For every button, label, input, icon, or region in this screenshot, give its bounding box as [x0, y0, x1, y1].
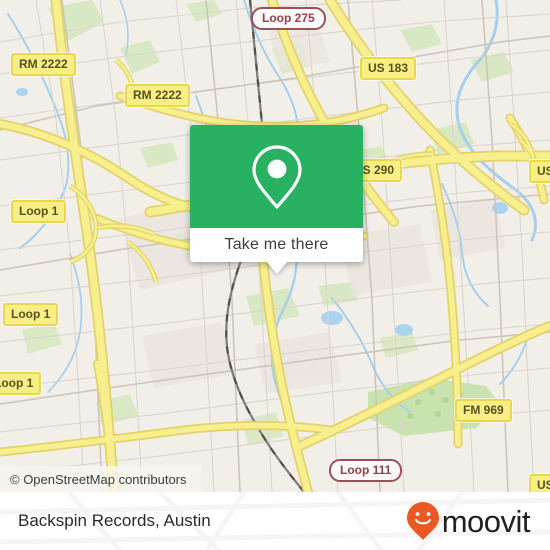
map-viewport[interactable]: Loop 275 RM 2222 US 183 RM 2222 US 290 US Loop… [0, 0, 550, 492]
attribution-text: © OpenStreetMap contributors [10, 471, 187, 487]
road-shield-fm-969: FM 969 [455, 399, 512, 422]
take-me-there-label: Take me there [224, 236, 329, 253]
road-shield-rm-2222-w: RM 2222 [11, 53, 76, 76]
page-footer: Backspin Records, Austin moovit [0, 492, 550, 550]
road-shield-us-right-2: US [529, 474, 550, 492]
moovit-map-page: Loop 275 RM 2222 US 183 RM 2222 US 290 US Loop… [0, 0, 550, 550]
take-me-there-button[interactable]: Take me there [190, 228, 363, 262]
road-shield-us-right-1: US [529, 160, 550, 183]
road-shield-loop-111: Loop 111 [329, 459, 403, 482]
road-shield-rm-2222-e: RM 2222 [125, 84, 190, 107]
road-shield-us-183: US 183 [360, 57, 417, 80]
location-popup-card[interactable]: Take me there [190, 125, 363, 274]
location-pin-icon [251, 144, 302, 209]
popup-header [190, 125, 363, 228]
moovit-wordmark: moovit [441, 503, 531, 539]
road-shield-loop-1-b: Loop 1 [3, 303, 59, 326]
popup-pointer-tail [265, 261, 288, 274]
map-attribution[interactable]: © OpenStreetMap contributors [0, 466, 201, 492]
road-shield-loop-1-c: Loop 1 [0, 372, 42, 395]
road-shield-loop-1-a: Loop 1 [11, 200, 67, 223]
place-title: Backspin Records, Austin [18, 511, 211, 530]
moovit-logo[interactable]: moovit [406, 501, 531, 541]
road-shield-loop-275: Loop 275 [251, 7, 326, 30]
moovit-smiley-pin-icon [406, 502, 439, 540]
